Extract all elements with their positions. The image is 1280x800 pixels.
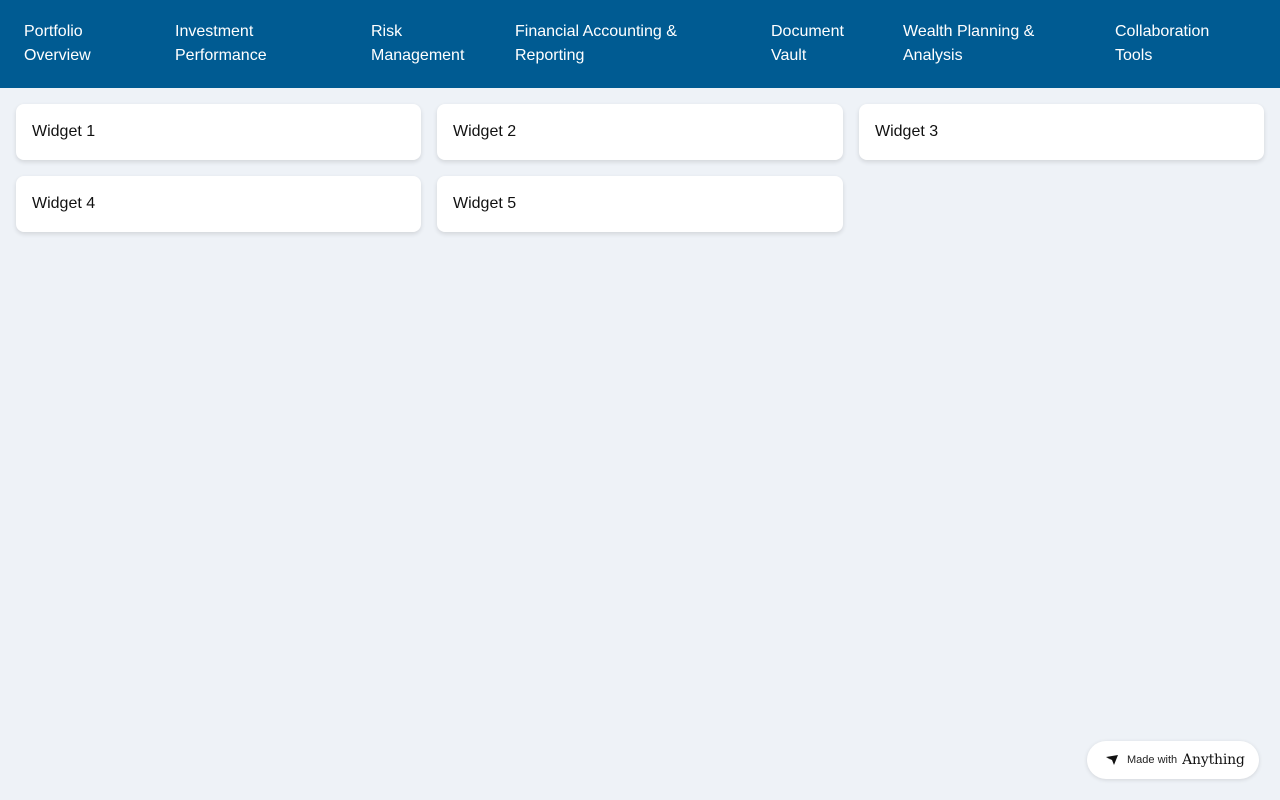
widget-card-2: Widget 2 [437, 104, 843, 160]
widget-card-3: Widget 3 [859, 104, 1264, 160]
widget-card-4: Widget 4 [16, 176, 421, 232]
widget-title: Widget 5 [453, 195, 517, 212]
nav-item-document-vault[interactable]: Document Vault [771, 20, 871, 68]
made-with-label: Made with [1127, 754, 1178, 766]
widget-card-5: Widget 5 [437, 176, 843, 232]
made-with-anything-badge[interactable]: Made with Anything [1087, 741, 1259, 779]
nav-item-portfolio-overview[interactable]: Portfolio Overview [24, 20, 134, 68]
nav-item-wealth-planning-analysis[interactable]: Wealth Planning & Analysis [903, 20, 1063, 68]
nav-item-financial-accounting-reporting[interactable]: Financial Accounting & Reporting [515, 20, 715, 68]
top-navigation-bar: Portfolio Overview Investment Performanc… [0, 0, 1280, 88]
widget-card-1: Widget 1 [16, 104, 421, 160]
nav-item-risk-management[interactable]: Risk Management [371, 20, 481, 68]
widget-title: Widget 4 [32, 195, 96, 212]
widget-title: Widget 3 [875, 123, 939, 140]
nav-item-investment-performance[interactable]: Investment Performance [175, 20, 325, 68]
widget-title: Widget 1 [32, 123, 96, 140]
anything-logo-icon [1106, 755, 1118, 765]
widget-title: Widget 2 [453, 123, 517, 140]
brand-name: Anything [1182, 752, 1245, 768]
nav-item-collaboration-tools[interactable]: Collaboration Tools [1115, 20, 1245, 68]
